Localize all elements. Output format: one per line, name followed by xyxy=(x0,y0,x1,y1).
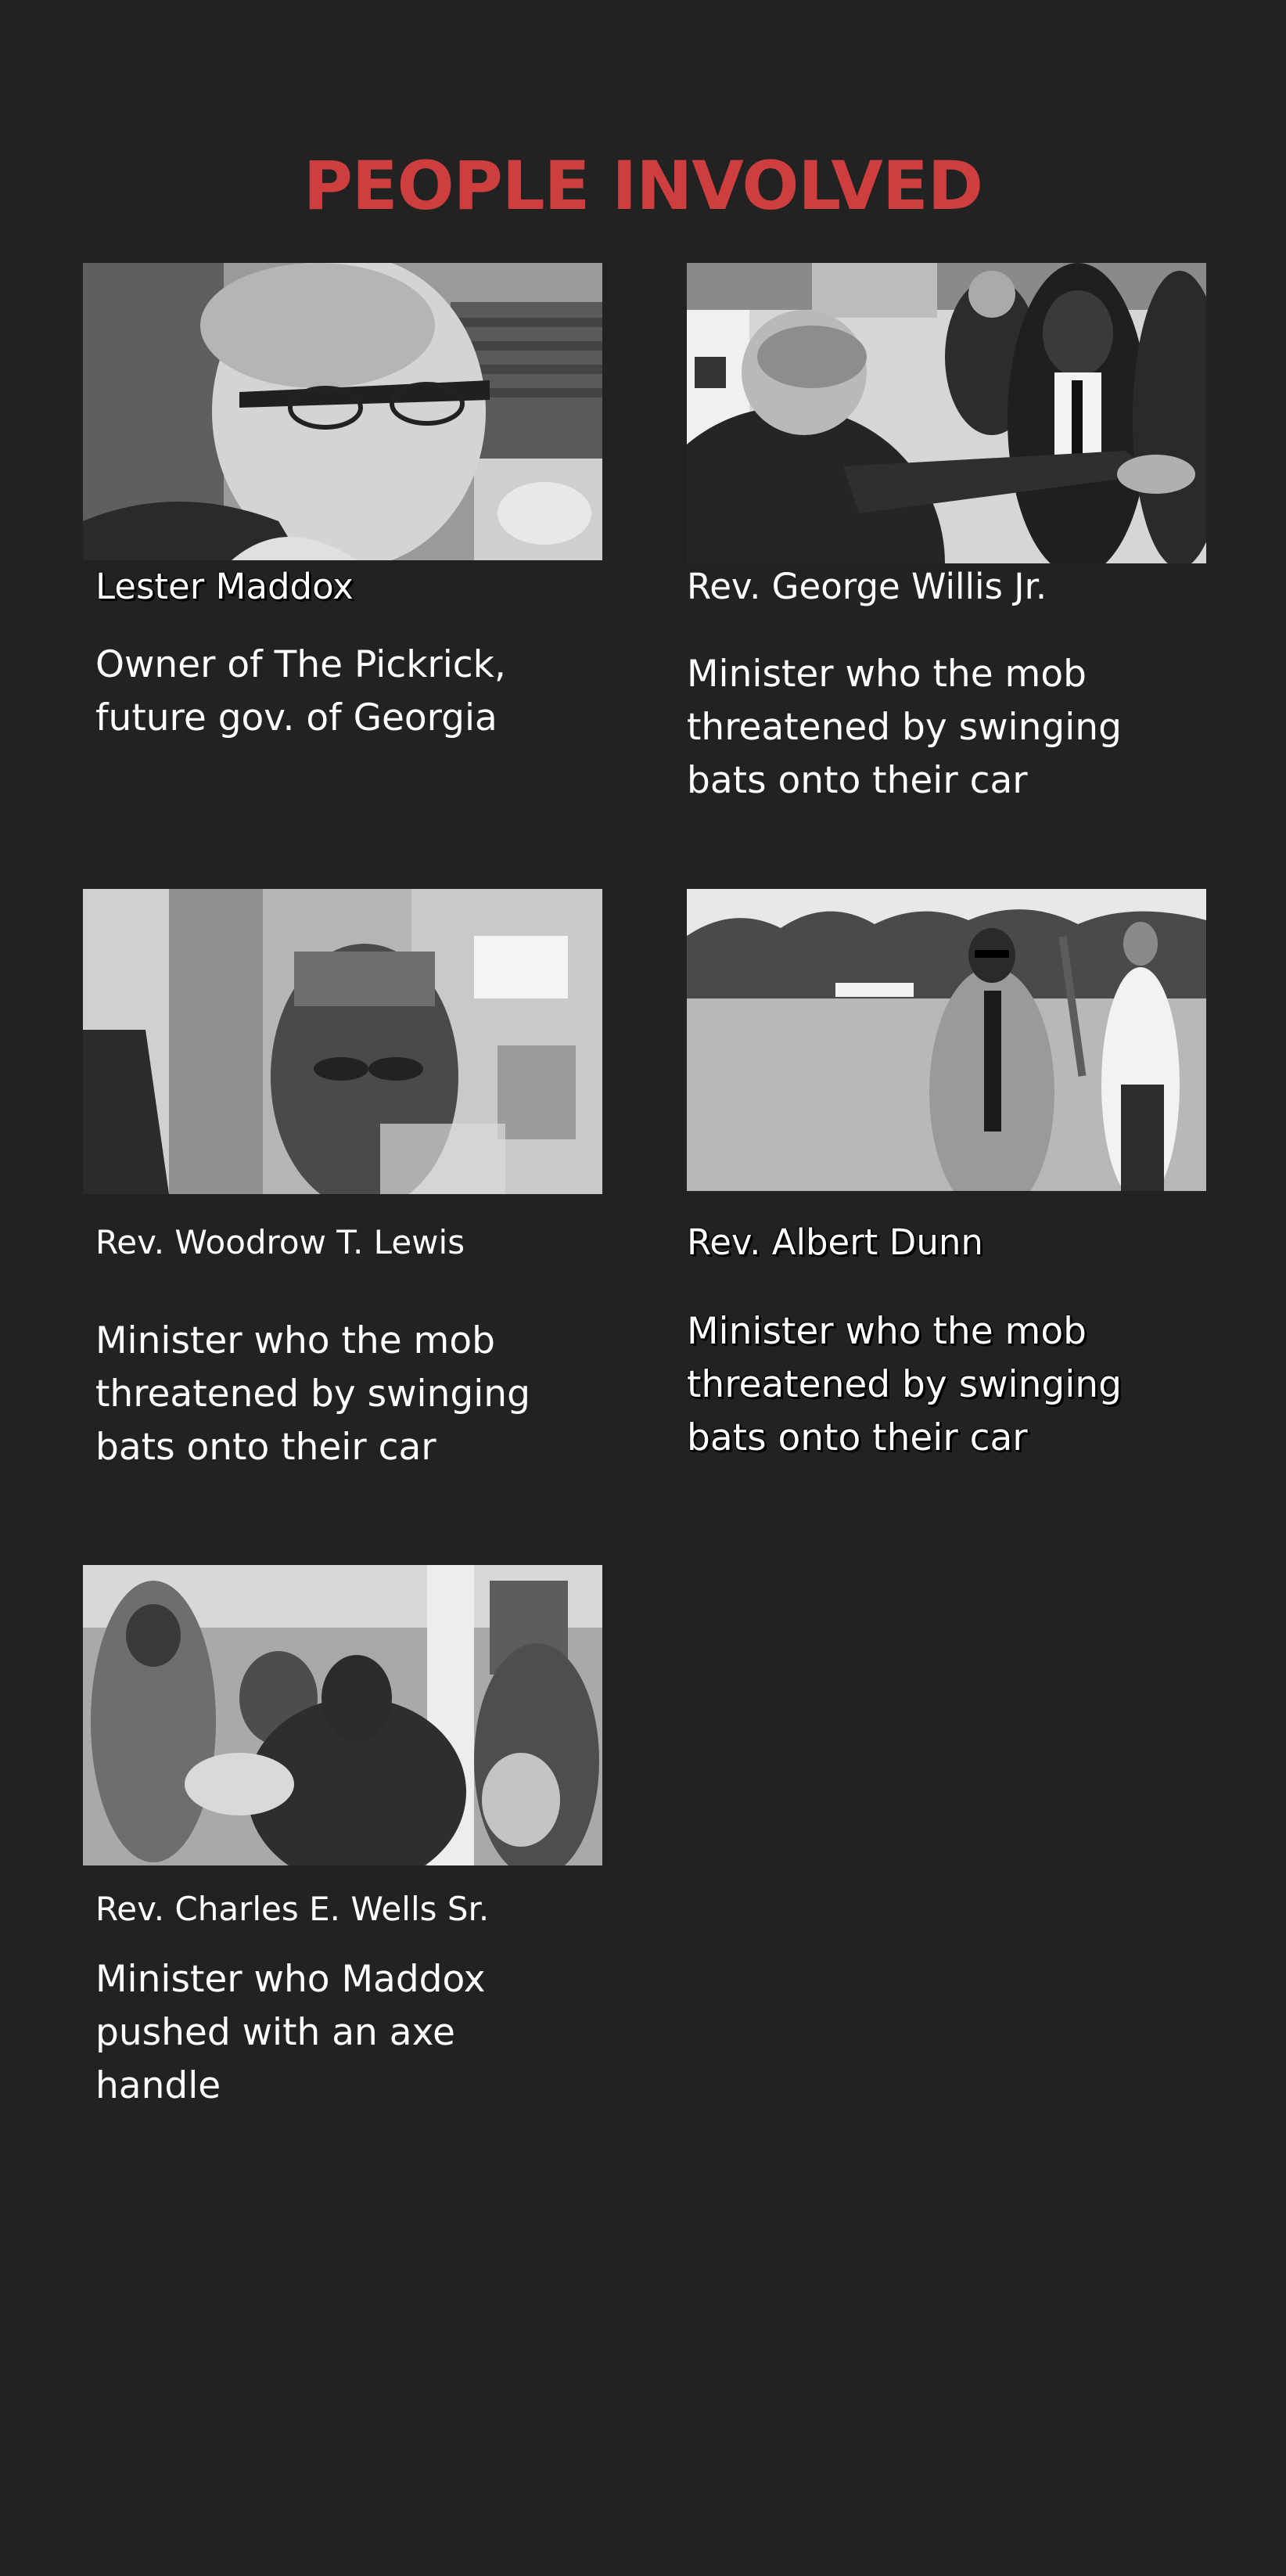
person-name: Lester Maddox xyxy=(95,566,354,607)
person-description: Minister who the mob threatened by swing… xyxy=(687,1310,1122,1459)
person-card-lester-maddox: Lester Maddox Owner of The Pickrick, fut… xyxy=(83,263,602,748)
person-description: Minister who the mob threatened by swing… xyxy=(95,1319,530,1469)
person-description: Minister who the mob threatened by swing… xyxy=(687,653,1122,802)
person-description: Minister who Maddox pushed with an axe h… xyxy=(95,1958,486,2107)
person-photo xyxy=(83,889,602,1194)
person-photo xyxy=(83,263,602,560)
person-card-george-willis: Rev. George Willis Jr. Minister who the … xyxy=(687,263,1206,826)
person-card-charles-wells: Rev. Charles E. Wells Sr. Minister who M… xyxy=(83,1565,602,2160)
person-photo xyxy=(687,889,1206,1191)
person-photo xyxy=(83,1565,602,1865)
person-card-albert-dunn: Rev. Albert Dunn Minister who the mob th… xyxy=(687,889,1206,1484)
person-name: Rev. Charles E. Wells Sr. xyxy=(95,1890,490,1928)
person-name: Rev. George Willis Jr. xyxy=(687,566,1047,607)
person-card-woodrow-lewis: Rev. Woodrow T. Lewis Minister who the m… xyxy=(83,889,602,1484)
person-description: Owner of The Pickrick, future gov. of Ge… xyxy=(95,643,506,739)
person-name: Rev. Albert Dunn xyxy=(687,1221,983,1263)
page-title: PEOPLE INVOLVED xyxy=(303,147,983,225)
person-photo xyxy=(687,263,1206,563)
person-name: Rev. Woodrow T. Lewis xyxy=(95,1223,465,1261)
